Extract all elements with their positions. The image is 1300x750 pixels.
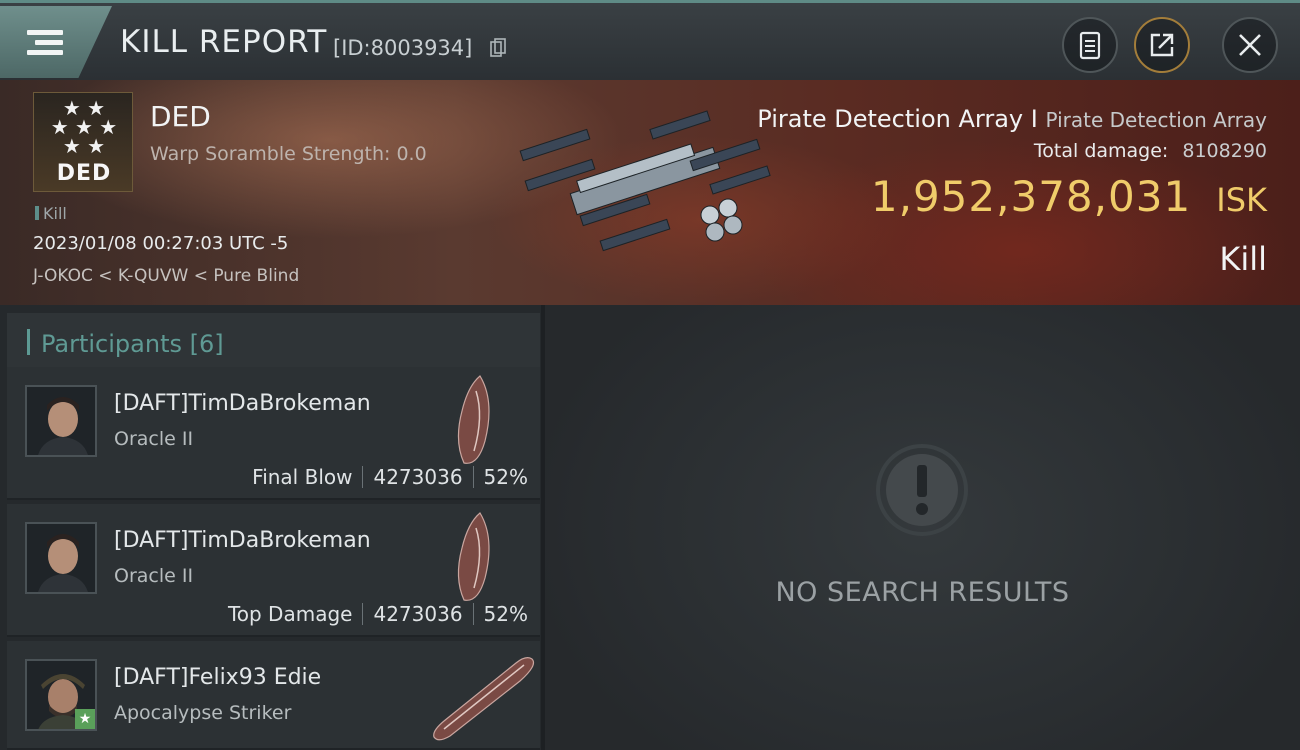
avatar[interactable]: ★ — [25, 659, 97, 731]
star-badge-icon: ★ — [75, 709, 95, 729]
participants-panel: Participants [6] [DAFT]TimDaBrokeman Ora… — [0, 305, 545, 750]
kill-timestamp: 2023/01/08 00:27:03 UTC -5 — [33, 233, 289, 254]
results-panel: NO SEARCH RESULTS — [545, 305, 1300, 750]
share-button[interactable] — [1134, 17, 1190, 73]
participant-stats: Top Damage 4273036 52% — [228, 602, 528, 626]
isk-value: 1,952,378,031 ISK — [871, 172, 1267, 221]
participants-header: Participants [6] — [7, 313, 540, 371]
participant-name[interactable]: [DAFT]Felix93 Edie — [114, 665, 321, 690]
faction-logo: ★ ★ ★ ★ ★ ★ ★ DED — [33, 92, 133, 192]
menu-icon — [27, 30, 63, 58]
top-bar: KILL REPORT [ID:8003934] — [0, 0, 1300, 80]
report-id: [ID:8003934] — [333, 36, 473, 60]
participant-row[interactable]: ★ [DAFT]Felix93 Edie Apocalypse Striker — [7, 641, 540, 750]
close-icon — [1239, 34, 1261, 56]
clipboard-button[interactable] — [1062, 17, 1118, 73]
total-damage: Total damage: 8108290 — [1034, 140, 1267, 162]
participant-ship: Apocalypse Striker — [114, 702, 292, 724]
kill-banner: ★ ★ ★ ★ ★ ★ ★ DED DED Warp Soramble Streng… — [0, 80, 1300, 305]
participant-name[interactable]: [DAFT]TimDaBrokeman — [114, 528, 371, 553]
victim-name: Pirate Detection Array I — [757, 105, 1038, 133]
avatar[interactable] — [25, 522, 97, 594]
empty-state-text: NO SEARCH RESULTS — [775, 577, 1070, 608]
warp-scramble-strength: Warp Soramble Strength: 0.0 — [150, 143, 427, 165]
pilot-portrait-icon — [27, 387, 95, 455]
participant-row[interactable]: [DAFT]TimDaBrokeman Oracle II Final Blow… — [7, 367, 540, 500]
page-title: KILL REPORT — [120, 24, 328, 60]
ship-icon — [457, 375, 490, 464]
copy-icon[interactable] — [490, 38, 506, 58]
kill-result: Kill — [1219, 240, 1267, 278]
faction-name: DED — [150, 100, 211, 133]
kill-location: J-OKOC < K-QUVW < Pure Blind — [33, 266, 300, 286]
participant-percent: 52% — [483, 602, 528, 626]
participant-role: Top Damage — [227, 602, 353, 626]
ship-icon — [433, 657, 535, 741]
menu-button[interactable] — [0, 6, 112, 78]
ship-icon — [457, 512, 490, 601]
participant-damage: 4273036 — [373, 602, 463, 626]
share-icon — [1150, 33, 1174, 57]
total-damage-label: Total damage: — [1033, 140, 1169, 162]
participant-name[interactable]: [DAFT]TimDaBrokeman — [114, 391, 371, 416]
total-damage-value: 8108290 — [1182, 140, 1267, 162]
participants-count: [6] — [189, 330, 224, 358]
clipboard-icon — [1079, 31, 1101, 60]
alert-icon — [876, 444, 968, 536]
kill-tag: Kill — [35, 204, 67, 223]
participant-ship: Oracle II — [114, 565, 194, 587]
logo-text: DED — [56, 161, 112, 186]
victim-title: Pirate Detection Array I Pirate Detectio… — [757, 105, 1267, 133]
participant-row[interactable]: [DAFT]TimDaBrokeman Oracle II Top Damage… — [7, 504, 540, 637]
isk-unit: ISK — [1216, 181, 1267, 219]
victim-type: Pirate Detection Array — [1045, 108, 1267, 132]
close-button[interactable] — [1222, 17, 1278, 73]
victim-structure-image — [519, 110, 771, 252]
isk-amount: 1,952,378,031 — [870, 172, 1192, 221]
participant-stats: Final Blow 4273036 52% — [252, 465, 528, 489]
participant-damage: 4273036 — [373, 465, 463, 489]
participant-role: Final Blow — [252, 465, 353, 489]
participant-percent: 52% — [483, 465, 528, 489]
participant-ship: Oracle II — [114, 428, 194, 450]
logo-stars: ★ ★ ★ ★ ★ ★ ★ — [50, 96, 118, 158]
participants-title: Participants — [41, 330, 182, 358]
participants-label: Participants [6] — [41, 330, 224, 358]
avatar[interactable] — [25, 385, 97, 457]
header-accent-bar — [27, 329, 30, 355]
pilot-portrait-icon — [27, 524, 95, 592]
